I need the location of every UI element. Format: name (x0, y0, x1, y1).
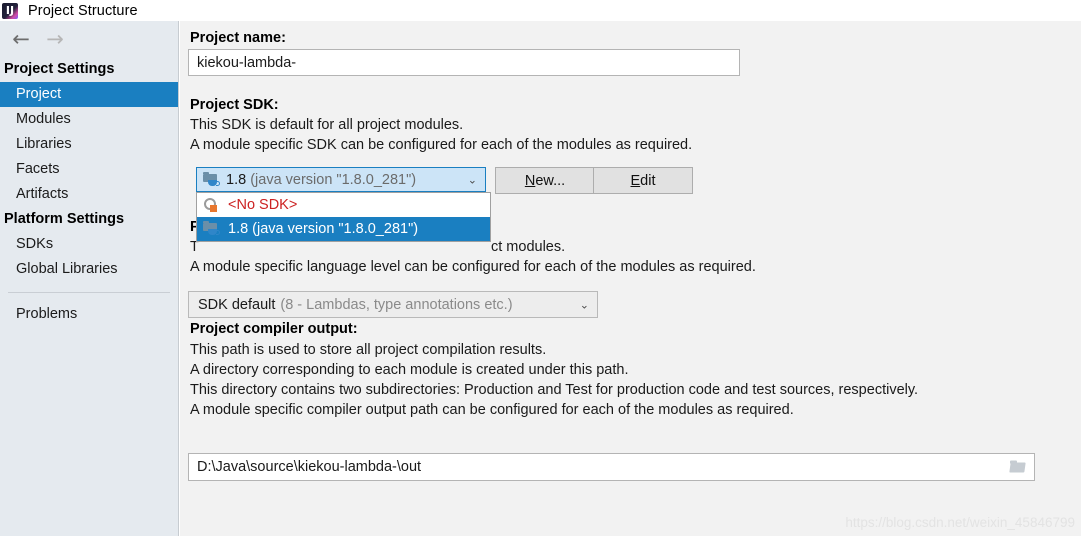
project-sdk-selected-detail: (java version "1.8.0_281") (250, 171, 417, 188)
sidebar-group-platform-settings: Platform Settings (4, 211, 125, 227)
java-sdk-folder-icon (203, 221, 220, 237)
sidebar-item-label: Facets (16, 161, 60, 177)
project-compiler-output-label: Project compiler output: (190, 321, 358, 337)
arrow-left-icon[interactable]: ← (4, 25, 38, 53)
language-level-selected-hint: (8 - Lambdas, type annotations etc.) (280, 296, 513, 313)
no-sdk-icon (203, 197, 220, 213)
project-sdk-desc-line-2: A module specific SDK can be configured … (190, 137, 693, 153)
compiler-output-path-input[interactable]: D:\Java\source\kiekou-lambda-\out (188, 453, 1035, 481)
sidebar-divider (8, 292, 170, 293)
dropdown-option-label: 1.8 (java version "1.8.0_281") (228, 221, 419, 237)
watermark-text: https://blog.csdn.net/weixin_45846799 (845, 515, 1075, 530)
sidebar-item-label: Project (16, 86, 62, 102)
folder-browse-icon[interactable] (1009, 460, 1026, 474)
sidebar-item-artifacts[interactable]: Artifacts (0, 182, 178, 207)
sidebar-item-sdks[interactable]: SDKs (0, 232, 178, 257)
sidebar-item-project[interactable]: Project (0, 82, 178, 107)
sidebar-group-project-settings: Project Settings (4, 61, 115, 77)
window-titlebar: IJ Project Structure (0, 0, 1081, 21)
project-sdk-dropdown-list[interactable]: <No SDK> 1.8 (java version "1.8.0_281") (196, 192, 491, 242)
java-sdk-folder-icon (203, 171, 220, 188)
project-name-value: kiekou-lambda- (197, 54, 297, 71)
compiler-output-desc-line-2: A directory corresponding to each module… (190, 362, 629, 378)
project-name-input[interactable]: kiekou-lambda- (188, 49, 740, 76)
app-icon-glyph: IJ (5, 3, 15, 17)
compiler-output-desc-line-3: This directory contains two subdirectori… (190, 382, 919, 398)
navigation-arrows: ← → (0, 21, 178, 57)
sidebar-item-label: Global Libraries (16, 261, 118, 277)
sidebar-item-problems[interactable]: Problems (0, 302, 178, 327)
sidebar-item-facets[interactable]: Facets (0, 157, 178, 182)
dropdown-option-jdk-1-8[interactable]: 1.8 (java version "1.8.0_281") (197, 217, 490, 241)
intellij-idea-icon: IJ (2, 2, 18, 19)
project-sdk-selected-version: 1.8 (226, 171, 247, 188)
sidebar-item-label: Modules (16, 111, 71, 127)
window-title: Project Structure (28, 2, 138, 19)
sidebar-item-label: Problems (16, 306, 78, 322)
compiler-output-desc-line-4: A module specific compiler output path c… (190, 402, 794, 418)
project-sdk-selected-text: 1.8 (java version "1.8.0_281") (226, 172, 416, 188)
project-sdk-label: Project SDK: (190, 97, 279, 113)
language-level-selected-name: SDK default (198, 296, 276, 313)
sidebar-item-libraries[interactable]: Libraries (0, 132, 178, 157)
sidebar-item-label: Libraries (16, 136, 72, 152)
chevron-down-icon[interactable]: ⌄ (580, 299, 589, 310)
sidebar: ← → Project Settings Project Modules Lib… (0, 21, 179, 536)
sidebar-item-label: SDKs (16, 236, 54, 252)
new-sdk-button-label: New... (524, 172, 566, 189)
dropdown-option-label: <No SDK> (228, 197, 298, 213)
main-panel: Project name: kiekou-lambda- Project SDK… (180, 21, 1081, 536)
compiler-output-path-value: D:\Java\source\kiekou-lambda-\out (197, 459, 422, 475)
edit-sdk-button[interactable]: Edit (593, 167, 693, 194)
project-language-level-desc-line-1-tail: ct modules. (491, 239, 566, 255)
sidebar-item-global-libraries[interactable]: Global Libraries (0, 257, 178, 282)
edit-sdk-button-label: Edit (630, 172, 656, 189)
compiler-output-desc-line-1: This path is used to store all project c… (190, 342, 547, 358)
project-sdk-desc-line-1: This SDK is default for all project modu… (190, 117, 464, 133)
arrow-right-icon[interactable]: → (38, 25, 72, 53)
sidebar-item-modules[interactable]: Modules (0, 107, 178, 132)
sidebar-item-label: Artifacts (16, 186, 69, 202)
dropdown-option-no-sdk[interactable]: <No SDK> (197, 193, 490, 217)
chevron-down-icon[interactable]: ⌄ (468, 174, 477, 185)
new-sdk-button[interactable]: New... (495, 167, 595, 194)
project-language-level-combobox[interactable]: SDK default (8 - Lambdas, type annotatio… (188, 291, 598, 318)
project-language-level-desc-line-2: A module specific language level can be … (190, 259, 756, 275)
project-sdk-combobox[interactable]: 1.8 (java version "1.8.0_281") ⌄ (196, 167, 486, 192)
project-name-label: Project name: (190, 30, 286, 46)
